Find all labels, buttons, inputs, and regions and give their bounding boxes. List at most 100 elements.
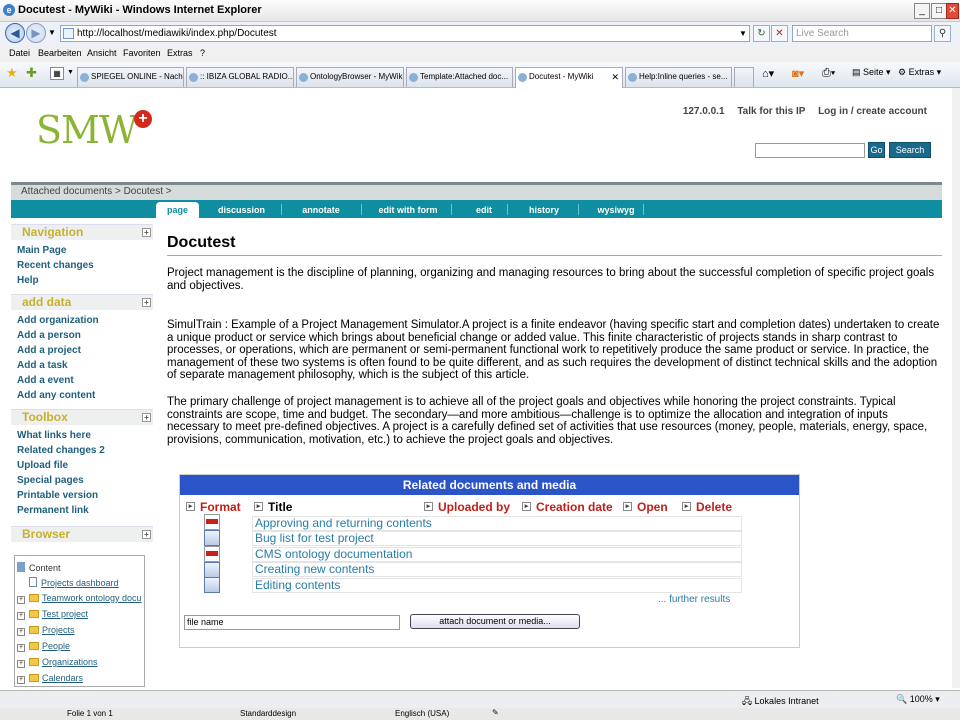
- tab-history[interactable]: history: [520, 202, 568, 218]
- breadcrumb[interactable]: Attached documents > Docutest >: [11, 182, 942, 200]
- close-icon[interactable]: ✕: [946, 3, 959, 19]
- tree-node-content[interactable]: Content: [17, 562, 61, 573]
- collapse-toggle-icon[interactable]: +: [142, 530, 151, 539]
- sidebar-browser-header[interactable]: Browser +: [11, 526, 153, 542]
- back-icon[interactable]: ◀: [5, 23, 25, 43]
- sidebar-item-main-page[interactable]: Main Page: [17, 245, 66, 256]
- extras-menu[interactable]: ⚙ Extras ▾: [898, 67, 941, 78]
- home-icon[interactable]: ⌂▾: [762, 67, 774, 80]
- sort-icon[interactable]: ▸: [522, 502, 531, 511]
- feeds-icon[interactable]: ◙▾: [792, 67, 804, 80]
- live-search-input[interactable]: Live Search: [792, 25, 932, 42]
- spellcheck-icon[interactable]: ✎: [492, 708, 499, 717]
- browser-tab-2[interactable]: :: IBIZA GLOBAL RADIO...: [186, 67, 294, 87]
- stop-icon[interactable]: ✕: [771, 25, 788, 42]
- sort-icon[interactable]: ▸: [623, 502, 632, 511]
- word-doc-icon[interactable]: [204, 530, 220, 546]
- document-title-link[interactable]: Bug list for test project: [255, 531, 374, 545]
- sort-icon[interactable]: ▸: [682, 502, 691, 511]
- column-title[interactable]: ▸ Title: [252, 500, 292, 514]
- collapse-toggle-icon[interactable]: +: [142, 413, 151, 422]
- page-menu[interactable]: ▤ Seite ▾: [852, 67, 891, 78]
- column-creation-date[interactable]: ▸ Creation date: [520, 500, 613, 514]
- expand-icon[interactable]: +: [17, 628, 25, 636]
- column-delete[interactable]: ▸ Delete: [680, 500, 732, 514]
- maximize-icon[interactable]: □: [931, 3, 947, 19]
- new-tab-button[interactable]: [734, 67, 754, 87]
- sort-icon[interactable]: ▸: [424, 502, 433, 511]
- tab-close-icon[interactable]: ✕: [611, 68, 619, 86]
- pdf-icon[interactable]: [204, 514, 220, 530]
- tab-discussion[interactable]: discussion: [209, 202, 274, 218]
- sidebar-item-printable-version[interactable]: Printable version: [17, 490, 98, 501]
- address-input[interactable]: http://localhost/mediawiki/index.php/Doc…: [60, 25, 750, 42]
- address-dropdown-icon[interactable]: ▼: [739, 29, 747, 38]
- zoom-level[interactable]: 🔍 100% ▾: [896, 694, 940, 705]
- column-open[interactable]: ▸ Open: [621, 500, 668, 514]
- sidebar-item-add-any-content[interactable]: Add any content: [17, 390, 95, 401]
- sort-icon[interactable]: ▸: [186, 502, 195, 511]
- sidebar-item-permanent-link[interactable]: Permanent link: [17, 505, 89, 516]
- menu-favorites[interactable]: Favoriten: [123, 48, 161, 58]
- expand-icon[interactable]: +: [17, 596, 25, 604]
- quick-tabs-icon[interactable]: ▦: [50, 67, 64, 80]
- document-title-link[interactable]: Creating new contents: [255, 562, 374, 576]
- sidebar-item-upload-file[interactable]: Upload file: [17, 460, 68, 471]
- tab-page[interactable]: page: [156, 202, 199, 218]
- tree-node-calendars[interactable]: + Calendars: [17, 673, 83, 684]
- refresh-icon[interactable]: ↻: [753, 25, 770, 42]
- tree-node-organizations[interactable]: + Organizations: [17, 657, 98, 668]
- document-title-link[interactable]: CMS ontology documentation: [255, 547, 412, 561]
- collapse-toggle-icon[interactable]: +: [142, 298, 151, 307]
- sidebar-item-what-links-here[interactable]: What links here: [17, 430, 91, 441]
- sidebar-item-help[interactable]: Help: [17, 275, 39, 286]
- sidebar-item-add-project[interactable]: Add a project: [17, 345, 81, 356]
- column-format[interactable]: ▸ Format: [184, 500, 241, 514]
- favorites-star-icon[interactable]: ★: [6, 65, 18, 81]
- browser-tab-3[interactable]: OntologyBrowser - MyWiki: [296, 67, 404, 87]
- forward-icon[interactable]: ▶: [26, 23, 46, 43]
- expand-icon[interactable]: +: [17, 644, 25, 652]
- sidebar-item-recent-changes[interactable]: Recent changes: [17, 260, 94, 271]
- browser-tab-4[interactable]: Template:Attached doc...: [406, 67, 513, 87]
- sidebar-item-add-event[interactable]: Add a event: [17, 375, 74, 386]
- sidebar-add-data-header[interactable]: add data +: [11, 294, 153, 310]
- browser-tab-6[interactable]: Help:Inline queries - se...: [625, 67, 732, 87]
- tab-edit[interactable]: edit: [464, 202, 504, 218]
- browser-tab-5-active[interactable]: Docutest - MyWiki ✕: [515, 67, 623, 88]
- document-title-link[interactable]: Approving and returning contents: [255, 516, 432, 530]
- sidebar-toolbox-header[interactable]: Toolbox +: [11, 409, 153, 425]
- wiki-search-input[interactable]: [755, 143, 865, 158]
- tree-node-test-project[interactable]: + Test project: [17, 609, 88, 620]
- sidebar-item-related-changes[interactable]: Related changes 2: [17, 445, 105, 456]
- tree-node-projects[interactable]: + Projects: [17, 625, 75, 636]
- browser-tab-1[interactable]: SPIEGEL ONLINE - Nach...: [77, 67, 184, 87]
- minimize-icon[interactable]: _: [914, 3, 930, 19]
- tree-node-people[interactable]: + People: [17, 641, 70, 652]
- menu-view[interactable]: Ansicht: [87, 48, 117, 58]
- print-icon[interactable]: ⎙▾: [822, 67, 835, 80]
- sidebar-item-add-organization[interactable]: Add organization: [17, 315, 99, 326]
- menu-file[interactable]: Datei: [9, 48, 30, 58]
- tab-annotate[interactable]: annotate: [291, 202, 351, 218]
- document-title-link[interactable]: Editing contents: [255, 578, 340, 592]
- sidebar-item-special-pages[interactable]: Special pages: [17, 475, 84, 486]
- tree-node-teamwork-ontology[interactable]: + Teamwork ontology docu: [17, 593, 142, 604]
- login-link[interactable]: Log in / create account: [818, 106, 927, 117]
- attach-document-button[interactable]: attach document or media...: [410, 614, 580, 629]
- sidebar-item-add-task[interactable]: Add a task: [17, 360, 68, 371]
- talk-link[interactable]: Talk for this IP: [737, 106, 805, 117]
- expand-icon[interactable]: +: [17, 612, 25, 620]
- add-favorite-icon[interactable]: ✚: [26, 65, 37, 81]
- search-icon[interactable]: ⚲: [934, 25, 951, 42]
- smw-logo[interactable]: SMW: [36, 108, 138, 152]
- vertical-scrollbar[interactable]: [952, 88, 960, 688]
- file-name-input[interactable]: file name: [184, 615, 400, 630]
- pdf-icon[interactable]: [204, 546, 220, 562]
- go-button[interactable]: Go: [868, 142, 885, 158]
- menu-edit[interactable]: Bearbeiten: [38, 48, 82, 58]
- tab-edit-with-form[interactable]: edit with form: [369, 202, 447, 218]
- menu-extras[interactable]: Extras: [167, 48, 193, 58]
- collapse-toggle-icon[interactable]: +: [142, 228, 151, 237]
- tree-node-projects-dashboard[interactable]: Projects dashboard: [29, 577, 119, 588]
